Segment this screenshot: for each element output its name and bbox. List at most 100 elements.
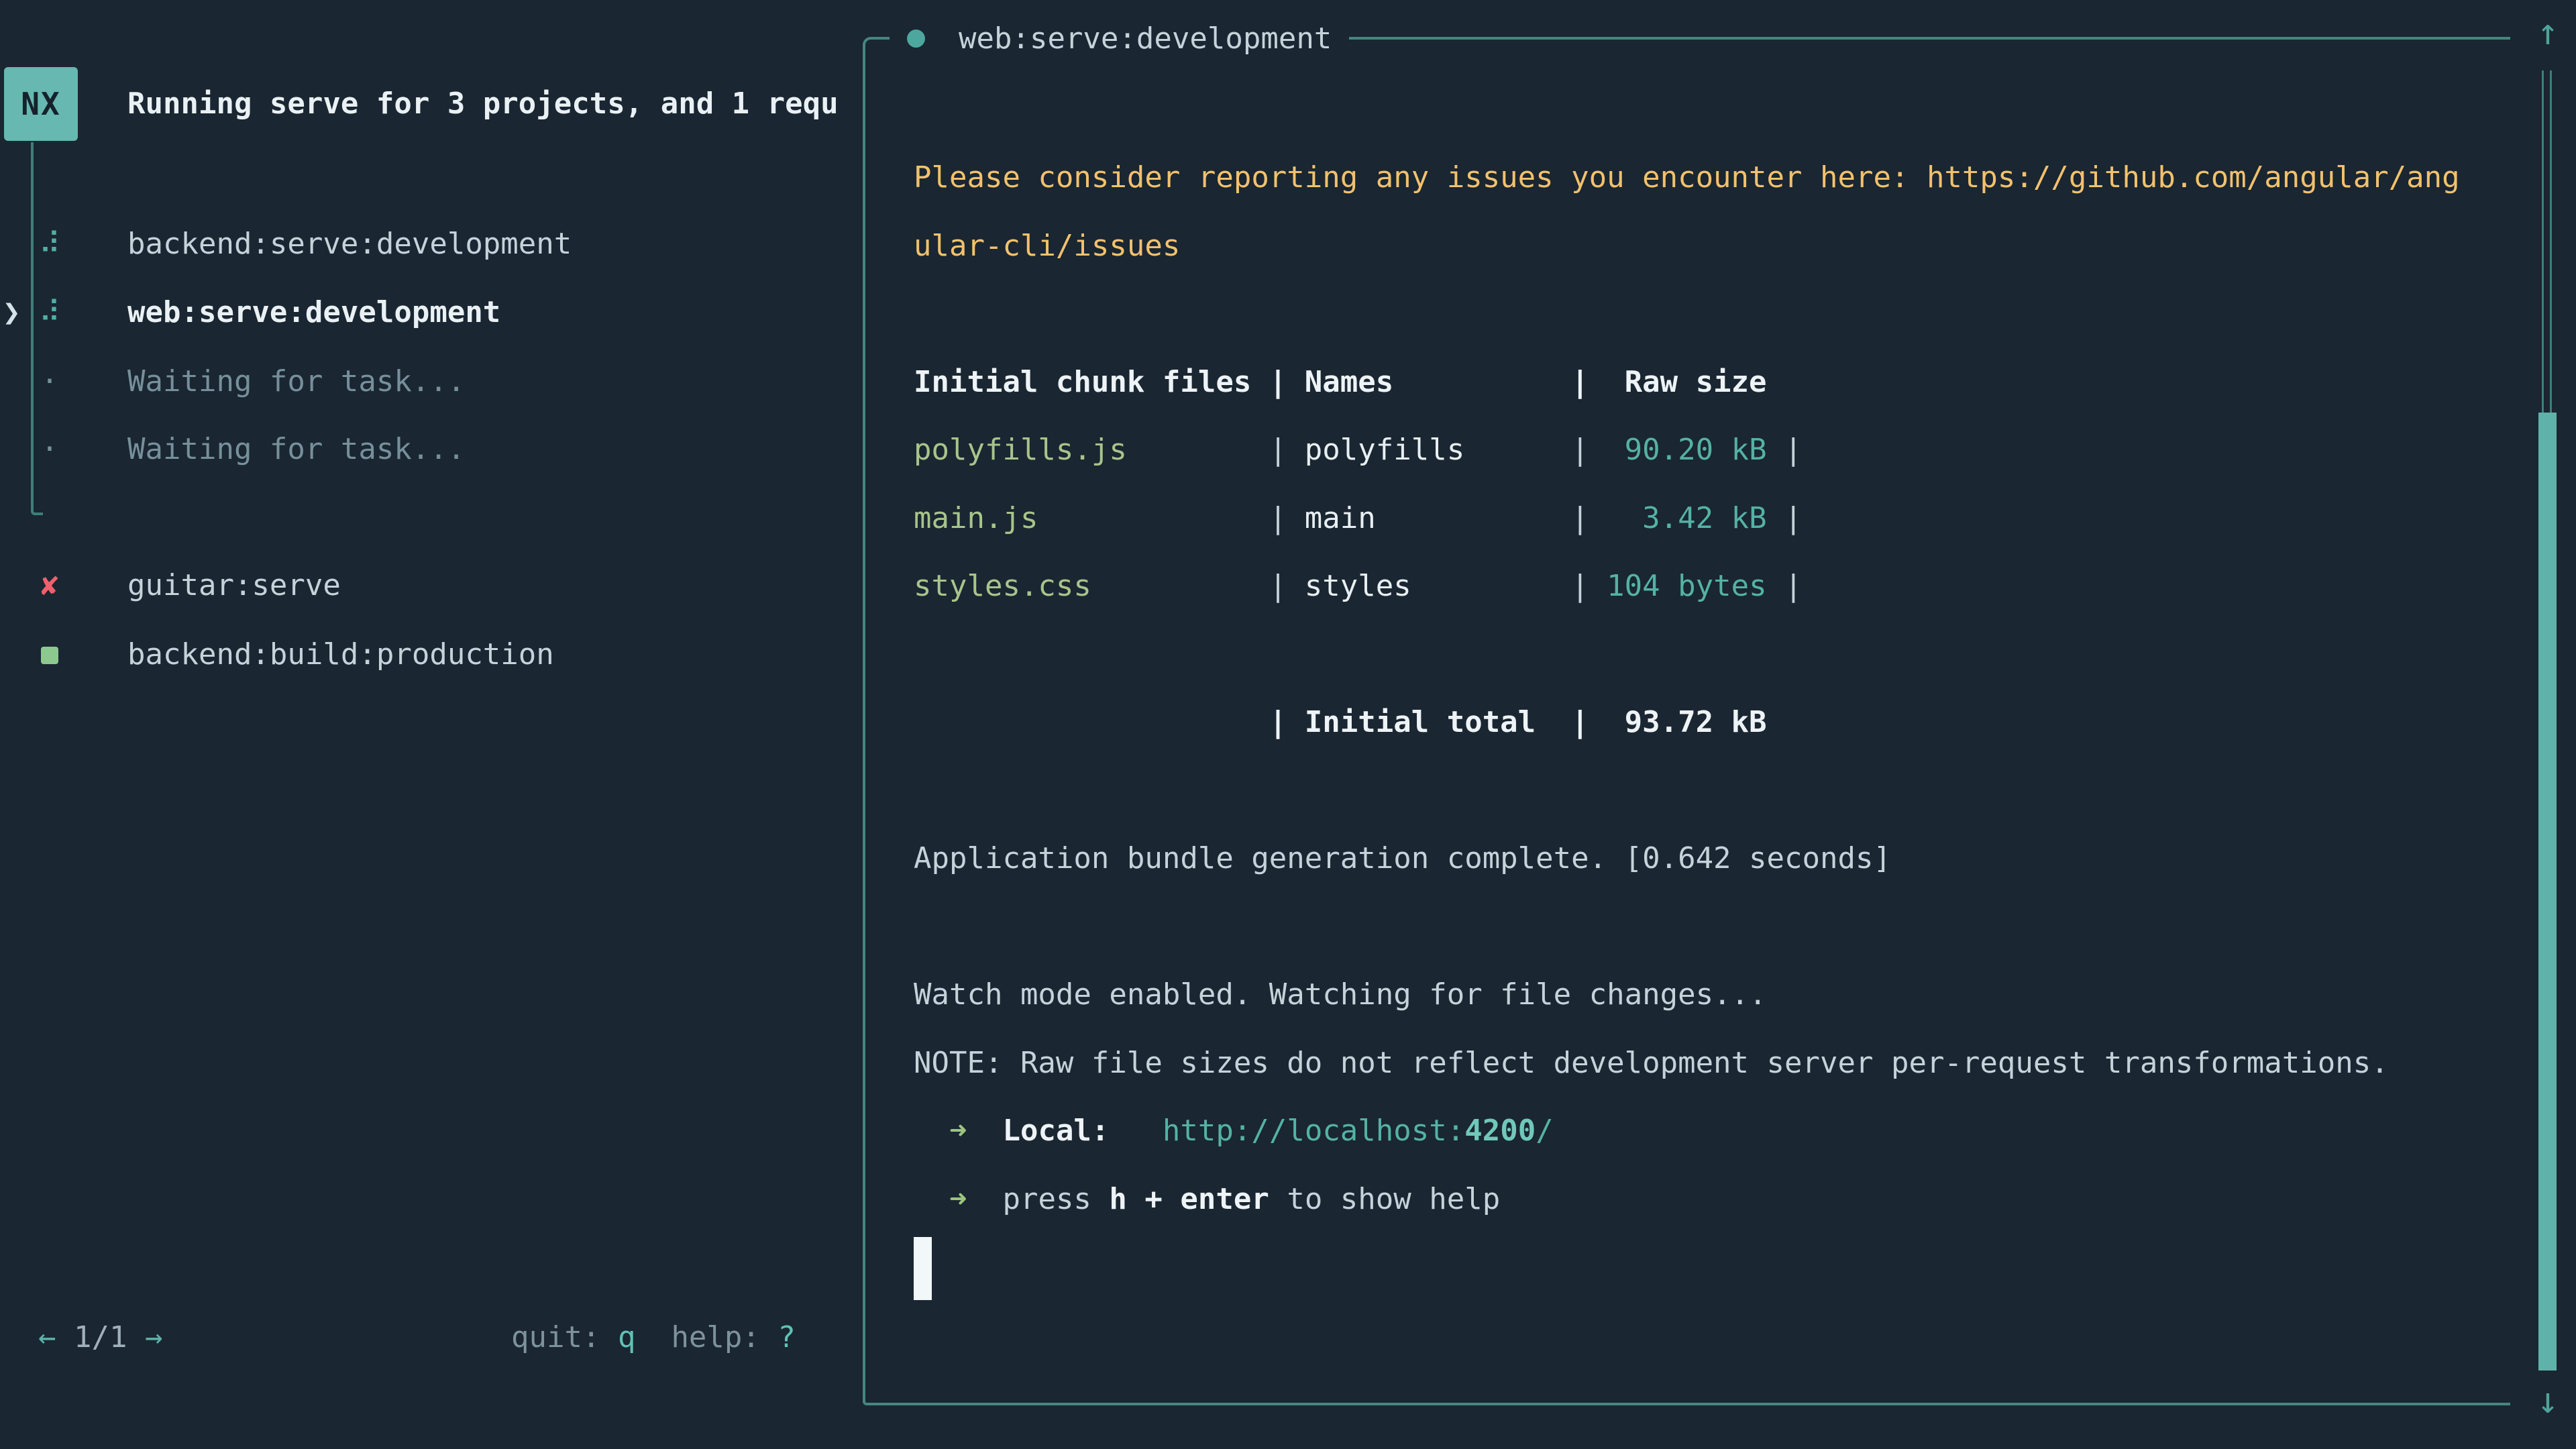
output-text: ular-cli/issues [914, 229, 1180, 263]
output-line: ular-cli/issues [914, 212, 2460, 280]
task-label: Waiting for task... [127, 364, 465, 398]
output-text: | [1411, 569, 1607, 603]
output-text: | [1767, 569, 1803, 603]
output-line: Please consider reporting any issues you… [914, 144, 2460, 212]
output-line: Watch mode enabled. Watching for file ch… [914, 961, 2460, 1029]
output-line: polyfills.js | polyfills | 90.20 kB | [914, 416, 2460, 484]
output-text: styles [1305, 569, 1411, 603]
output-text: | [1091, 569, 1305, 603]
output-text [914, 1114, 949, 1148]
output-text: Application bundle generation complete. … [914, 841, 1891, 875]
cross-icon: ✘ [35, 568, 64, 602]
output-text: 90.20 kB [1625, 433, 1767, 467]
app-title: Running serve for 3 projects, and 1 requ [127, 70, 839, 138]
pager-count [56, 1320, 74, 1354]
task-label: backend:serve:development [127, 227, 572, 261]
task-row[interactable]: · Waiting for task... [0, 347, 859, 415]
output-line: Application bundle generation complete. … [914, 824, 2460, 893]
output-text: | [1767, 501, 1803, 535]
spinner-icon: ⠼ [35, 295, 64, 329]
scrollbar-track[interactable] [2542, 70, 2552, 413]
output-line: styles.css | styles | 104 bytes | [914, 552, 2460, 621]
output-text: | [1767, 433, 1803, 467]
output-line: main.js | main | 3.42 kB | [914, 484, 2460, 553]
output-text [914, 1182, 949, 1216]
output-line [914, 757, 2460, 825]
task-output-panel: web:serve:development Please consider re… [863, 37, 2510, 1405]
scrollbar-up-icon[interactable]: ↑ [2528, 12, 2568, 52]
task-sidebar: NX Running serve for 3 projects, and 1 r… [0, 0, 859, 1449]
output-line [914, 280, 2460, 348]
output-text: main [1305, 501, 1376, 535]
square-icon [35, 637, 64, 672]
output-text: Local: [1002, 1114, 1109, 1148]
output-line [914, 1233, 2460, 1301]
output-line: Initial chunk files | Names | Raw size [914, 348, 2460, 417]
output-text: Please consider reporting any issues you… [914, 160, 2460, 195]
output-text: main.js [914, 501, 1038, 535]
scrollbar-down-icon[interactable]: ↓ [2528, 1381, 2568, 1421]
spinner-icon: ⠼ [35, 227, 64, 261]
output-line [914, 893, 2460, 961]
output-text: | Initial total | 93.72 kB [914, 705, 1767, 739]
running-status-dot-icon [907, 30, 925, 48]
waiting-dot-icon: · [35, 364, 64, 398]
output-line: ➜ Local: http://localhost:4200/ [914, 1097, 2460, 1165]
local-url-link[interactable]: http://localhost: [1163, 1114, 1464, 1148]
output-text [967, 1114, 1002, 1148]
task-row[interactable]: ❯⠼ web:serve:development [0, 278, 859, 345]
shortcut-help-label: help: [671, 1320, 759, 1354]
output-text: 3.42 kB [1642, 501, 1766, 535]
output-line [914, 621, 2460, 689]
pager-count-value: 1/1 [74, 1320, 127, 1354]
output-text: NOTE: Raw file sizes do not reflect deve… [914, 1046, 2389, 1080]
shortcut-bar: quit: q help: ? [511, 1303, 796, 1371]
output-text: Initial chunk files | Names | Raw size [914, 365, 1767, 399]
task-row[interactable]: backend:build:production [0, 621, 859, 688]
task-row[interactable]: ⠼ backend:serve:development [0, 210, 859, 277]
shortcut-space [635, 1320, 671, 1354]
output-text: to show help [1269, 1182, 1500, 1216]
output-text [967, 1182, 1002, 1216]
task-row[interactable]: ✘ guitar:serve [0, 551, 859, 619]
panel-title: web:serve:development [959, 21, 1332, 56]
output-text [1109, 1114, 1162, 1148]
panel-title-chip: web:serve:development [890, 5, 1349, 72]
terminal-cursor [914, 1237, 932, 1300]
output-line: ➜ press h + enter to show help [914, 1165, 2460, 1234]
output-text: Watch mode enabled. Watching for file ch… [914, 977, 1767, 1012]
output-text: ➜ [949, 1182, 967, 1216]
task-label: web:serve:development [127, 295, 500, 329]
square-icon [41, 647, 58, 664]
waiting-dot-icon: · [35, 432, 64, 466]
output-text: | [1464, 433, 1624, 467]
output-text: h + enter [1109, 1182, 1269, 1216]
nx-logo-badge: NX [4, 67, 78, 141]
pager-next-icon[interactable]: → [145, 1320, 163, 1354]
output-text: press [1002, 1182, 1109, 1216]
shortcut-quit-label: quit: [511, 1320, 600, 1354]
task-label: Waiting for task... [127, 432, 465, 466]
shortcut-space [600, 1320, 618, 1354]
pager: ← 1/1 → [38, 1303, 162, 1371]
output-text: 104 bytes [1607, 569, 1766, 603]
selected-task-chevron-icon: ❯ [3, 295, 32, 329]
output-line: | Initial total | 93.72 kB [914, 688, 2460, 757]
output-text: | [1038, 501, 1304, 535]
output-text: | [1376, 501, 1642, 535]
pager-prev-icon[interactable]: ← [38, 1320, 56, 1354]
output-text: styles.css [914, 569, 1091, 603]
output-line: NOTE: Raw file sizes do not reflect deve… [914, 1029, 2460, 1097]
terminal-output: Please consider reporting any issues you… [914, 144, 2460, 1301]
local-url-link[interactable]: 4200 [1464, 1114, 1536, 1148]
output-text: polyfills [1305, 433, 1464, 467]
output-text: ➜ [949, 1114, 967, 1148]
scrollbar-thumb[interactable] [2538, 413, 2557, 1371]
shortcut-quit-key: q [618, 1320, 636, 1354]
pager-space [127, 1320, 145, 1354]
task-label: guitar:serve [127, 568, 341, 602]
local-url-link[interactable]: / [1536, 1114, 1554, 1148]
shortcut-help-key: ? [777, 1320, 796, 1354]
task-label: backend:build:production [127, 637, 554, 672]
task-row[interactable]: · Waiting for task... [0, 415, 859, 482]
